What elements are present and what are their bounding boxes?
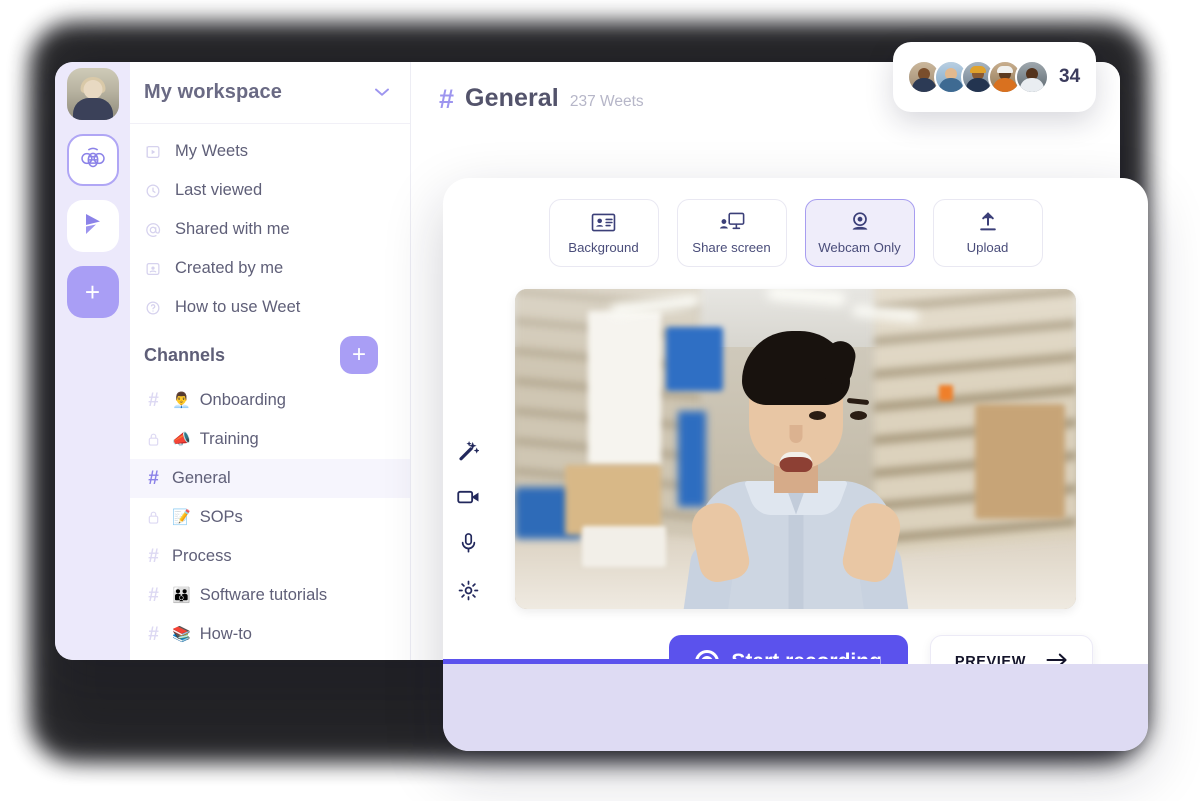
channel-item-software-tutorials[interactable]: # 👪 Software tutorials (130, 576, 410, 615)
mode-background[interactable]: Background (549, 199, 659, 267)
channels-header: Channels + (130, 327, 410, 381)
person-on-camera (681, 331, 911, 609)
upload-icon (977, 211, 999, 233)
mode-label: Share screen (692, 240, 770, 255)
mode-share-screen[interactable]: Share screen (677, 199, 787, 267)
magic-wand-icon[interactable] (458, 441, 479, 462)
gear-icon[interactable] (458, 580, 479, 601)
weet-logo-button[interactable] (67, 134, 119, 186)
sidebar-nav: My Weets Last viewed (130, 124, 410, 327)
person-box-icon (144, 260, 162, 278)
channels-title: Channels (144, 345, 340, 366)
channel-emoji: 👪 (172, 588, 191, 603)
video-preview-area (515, 289, 1076, 609)
plus-icon: + (352, 343, 366, 367)
video-camera-icon[interactable] (457, 488, 480, 506)
workspace-title: My workspace (144, 81, 374, 104)
hash-icon: # (144, 468, 163, 490)
hash-icon: # (144, 390, 163, 412)
sidebar-item-my-weets[interactable]: My Weets (130, 132, 410, 171)
channel-emoji: 📣 (172, 432, 191, 447)
recording-mode-tabs: Background Share screen (443, 178, 1148, 267)
weet-count: 237 Weets (570, 93, 644, 111)
lock-icon (144, 432, 163, 447)
sidebar-item-created-by-me[interactable]: Created by me (130, 249, 410, 288)
lock-icon (144, 510, 163, 525)
sidebar-item-shared-with-me[interactable]: Shared with me (130, 210, 410, 249)
hash-icon: # (144, 585, 163, 607)
channel-item-general[interactable]: # General (130, 459, 410, 498)
channel-item-training[interactable]: 📣 Training (130, 420, 410, 459)
channel-label: General (172, 469, 231, 488)
channel-label: Software tutorials (200, 586, 327, 605)
clock-icon (144, 182, 162, 200)
screenshot-stage: + My workspace My Weets (0, 0, 1200, 801)
sidebar-item-label: Created by me (175, 259, 283, 278)
channel-emoji: 👨‍💼 (172, 393, 191, 408)
recorder-footer-band (443, 664, 1148, 751)
question-circle-icon (144, 299, 162, 317)
sidebar-item-label: Last viewed (175, 181, 262, 200)
id-card-icon (591, 212, 616, 233)
add-channel-button[interactable]: + (340, 336, 378, 374)
mode-label: Background (568, 240, 638, 255)
hash-icon: # (439, 86, 454, 113)
channel-emoji: 📝 (172, 510, 191, 525)
add-app-button[interactable]: + (67, 266, 119, 318)
sidebar-item-how-to-use-weet[interactable]: How to use Weet (130, 288, 410, 327)
channel-item-process[interactable]: # Process (130, 537, 410, 576)
channel-label: How-to (200, 625, 252, 644)
member-count: 34 (1059, 66, 1080, 88)
channel-label: SOPs (200, 508, 243, 527)
channel-emoji: 📚 (172, 627, 191, 642)
channel-label: Process (172, 547, 232, 566)
screen-share-icon (719, 211, 745, 233)
sidebar-item-label: Shared with me (175, 220, 290, 239)
app-icon-rail: + (55, 62, 130, 660)
play-arrow-icon (79, 210, 107, 243)
webcam-preview[interactable] (515, 289, 1076, 609)
play-app-button[interactable] (67, 200, 119, 252)
member-avatar-group (907, 60, 1049, 94)
mode-label: Webcam Only (818, 240, 901, 255)
mode-webcam-only[interactable]: Webcam Only (805, 199, 915, 267)
channel-item-sops[interactable]: 📝 SOPs (130, 498, 410, 537)
member-avatar-5 (1015, 60, 1049, 94)
hash-icon: # (144, 624, 163, 646)
bee-logo-icon (78, 143, 108, 178)
channel-item-how-to[interactable]: # 📚 How-to (130, 615, 410, 654)
page-title: General (465, 84, 559, 113)
video-box-icon (144, 143, 162, 161)
webcam-icon (848, 211, 872, 233)
video-tool-strip (457, 441, 480, 601)
channel-list: # 👨‍💼 Onboarding 📣 Training # Genera (130, 381, 410, 654)
sidebar-item-label: My Weets (175, 142, 248, 161)
chevron-down-icon (374, 85, 390, 100)
plus-icon: + (85, 279, 100, 305)
at-sign-icon (144, 221, 162, 239)
microphone-icon[interactable] (460, 532, 477, 554)
sidebar: My workspace My Weets (130, 62, 411, 660)
workspace-switcher[interactable]: My workspace (130, 62, 410, 124)
hash-icon: # (144, 546, 163, 568)
channel-item-onboarding[interactable]: # 👨‍💼 Onboarding (130, 381, 410, 420)
channel-label: Onboarding (200, 391, 286, 410)
sidebar-item-last-viewed[interactable]: Last viewed (130, 171, 410, 210)
avatar[interactable] (67, 68, 119, 120)
channel-label: Training (200, 430, 259, 449)
sidebar-item-label: How to use Weet (175, 298, 300, 317)
members-pill[interactable]: 34 (893, 42, 1096, 112)
mode-label: Upload (967, 240, 1009, 255)
recorder-panel: Background Share screen (443, 178, 1148, 751)
mode-upload[interactable]: Upload (933, 199, 1043, 267)
